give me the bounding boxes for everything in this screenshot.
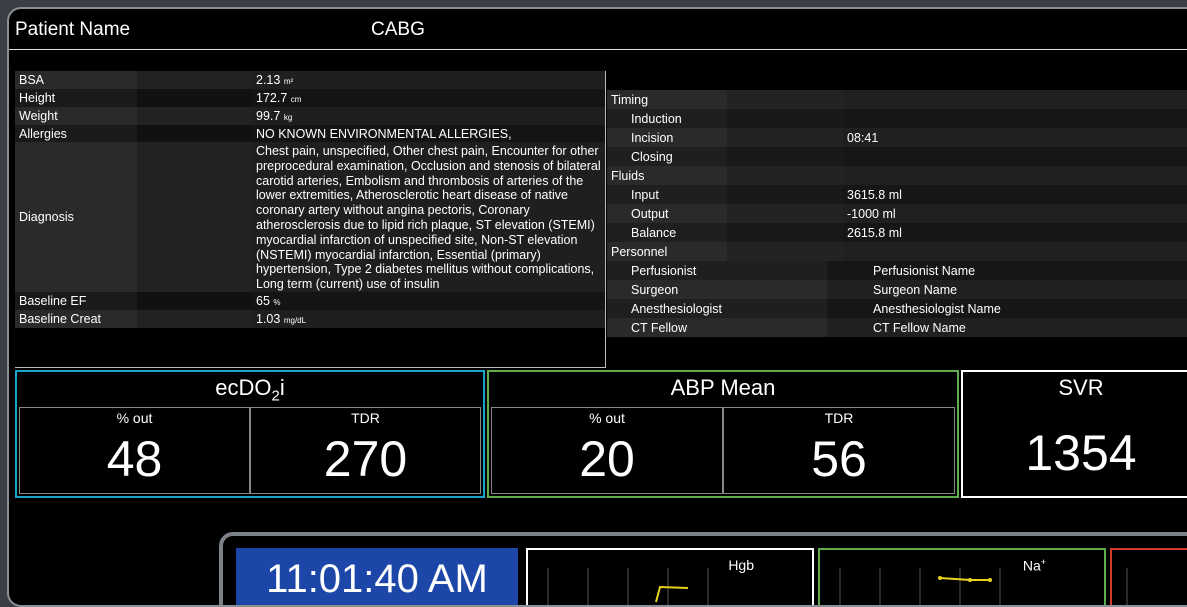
row-anesthesiologist: Anesthesiologist Anesthesiologist Name [607,299,1187,318]
row-incision: Incision 08:41 [607,128,1187,147]
hgb-trend[interactable]: Hgb [526,548,814,605]
fluids-header: Fluids [607,166,1187,185]
baseline-ef-label: Baseline EF [15,291,137,310]
svr-panel[interactable]: SVR 1354 [961,370,1187,498]
abp-pct-out-label: % out [589,410,625,426]
baseline-creat-value: 1.03 mg/dL [252,309,605,328]
ecdo2i-title: ecDO2i [215,375,285,405]
bsa-value: 2.13 m² [252,71,605,89]
hgb-trend-line [655,585,689,603]
procedure-name: CABG [371,19,425,40]
na-label: Na+ [1022,557,1046,574]
baseline-creat-label: Baseline Creat [15,309,137,328]
header-bar: Patient Name CABG [9,9,1187,50]
row-baseline-ef: Baseline EF 65 % [15,291,605,310]
bsa-label: BSA [15,71,137,89]
abp-mean-panel[interactable]: ABP Mean % out 20 TDR 56 [487,370,959,498]
diagnosis-value: Chest pain, unspecified, Other chest pai… [252,142,605,292]
ecdo2i-panel[interactable]: ecDO2i % out 48 TDR 270 [15,370,485,498]
height-label: Height [15,89,137,107]
row-perfusionist: Perfusionist Perfusionist Name [607,261,1187,280]
na-trend-line [939,577,990,581]
row-closing: Closing [607,147,1187,166]
svr-value: 1354 [1025,425,1137,481]
row-ct-fellow: CT Fellow CT Fellow Name [607,318,1187,337]
row-weight: Weight 99.7 kg [15,107,605,125]
ecdo2i-tdr-value: 270 [323,431,408,487]
row-height: Height 172.7 cm [15,89,605,107]
row-output: Output -1000 ml [607,204,1187,223]
allergies-label: Allergies [15,125,137,142]
patient-info-table: BSA 2.13 m² Height 172.7 cm Weight 99.7 … [15,71,606,368]
allergies-value: NO KNOWN ENVIRONMENTAL ALLERGIES, [252,125,605,142]
ecdo2i-pct-out-cell: % out 48 [19,407,250,494]
diagnosis-label: Diagnosis [15,142,137,292]
na-trend[interactable]: Na+ [818,548,1106,605]
ecdo2i-pct-out-label: % out [116,410,153,426]
row-input: Input 3615.8 ml [607,185,1187,204]
abp-tdr-label: TDR [824,410,854,426]
abp-mean-title: ABP Mean [670,375,776,400]
na-sparkline [839,568,1001,605]
monitor-screen: Patient Name CABG BSA 2.13 m² Height 172… [7,7,1187,607]
row-allergies: Allergies NO KNOWN ENVIRONMENTAL ALLERGI… [15,125,605,142]
trend-panel: 11:01:40 AM Hgb Na+ [219,532,1187,605]
height-value: 172.7 cm [252,89,605,107]
timing-header: Timing [607,90,1187,109]
abp-pct-out-cell: % out 20 [491,407,723,494]
abp-pct-out-value: 20 [579,431,635,487]
patient-name: Patient Name [15,19,131,40]
ecdo2i-pct-out-value: 48 [106,431,163,487]
weight-value: 99.7 kg [252,107,605,125]
svr-title: SVR [1058,375,1104,400]
abp-tdr-cell: TDR 56 [723,407,955,494]
row-induction: Induction [607,109,1187,128]
case-info-table: Timing Induction Incision 08:41 Closing F… [607,71,1187,367]
abp-tdr-value: 56 [811,431,867,487]
hgb-label: Hgb [728,557,754,573]
row-baseline-creat: Baseline Creat 1.03 mg/dL [15,309,605,328]
personnel-header: Personnel [607,242,1187,261]
row-bsa: BSA 2.13 m² [15,71,605,89]
clock: 11:01:40 AM [236,548,518,605]
weight-label: Weight [15,107,137,125]
baseline-ef-value: 65 % [252,291,605,310]
row-surgeon: Surgeon Surgeon Name [607,280,1187,299]
third-trend[interactable] [1110,548,1187,605]
ecdo2i-tdr-label: TDR [351,410,380,426]
row-diagnosis: Diagnosis Chest pain, unspecified, Other… [15,142,605,292]
row-balance: Balance 2615.8 ml [607,223,1187,242]
hgb-sparkline [547,568,709,605]
ecdo2i-tdr-cell: TDR 270 [250,407,481,494]
